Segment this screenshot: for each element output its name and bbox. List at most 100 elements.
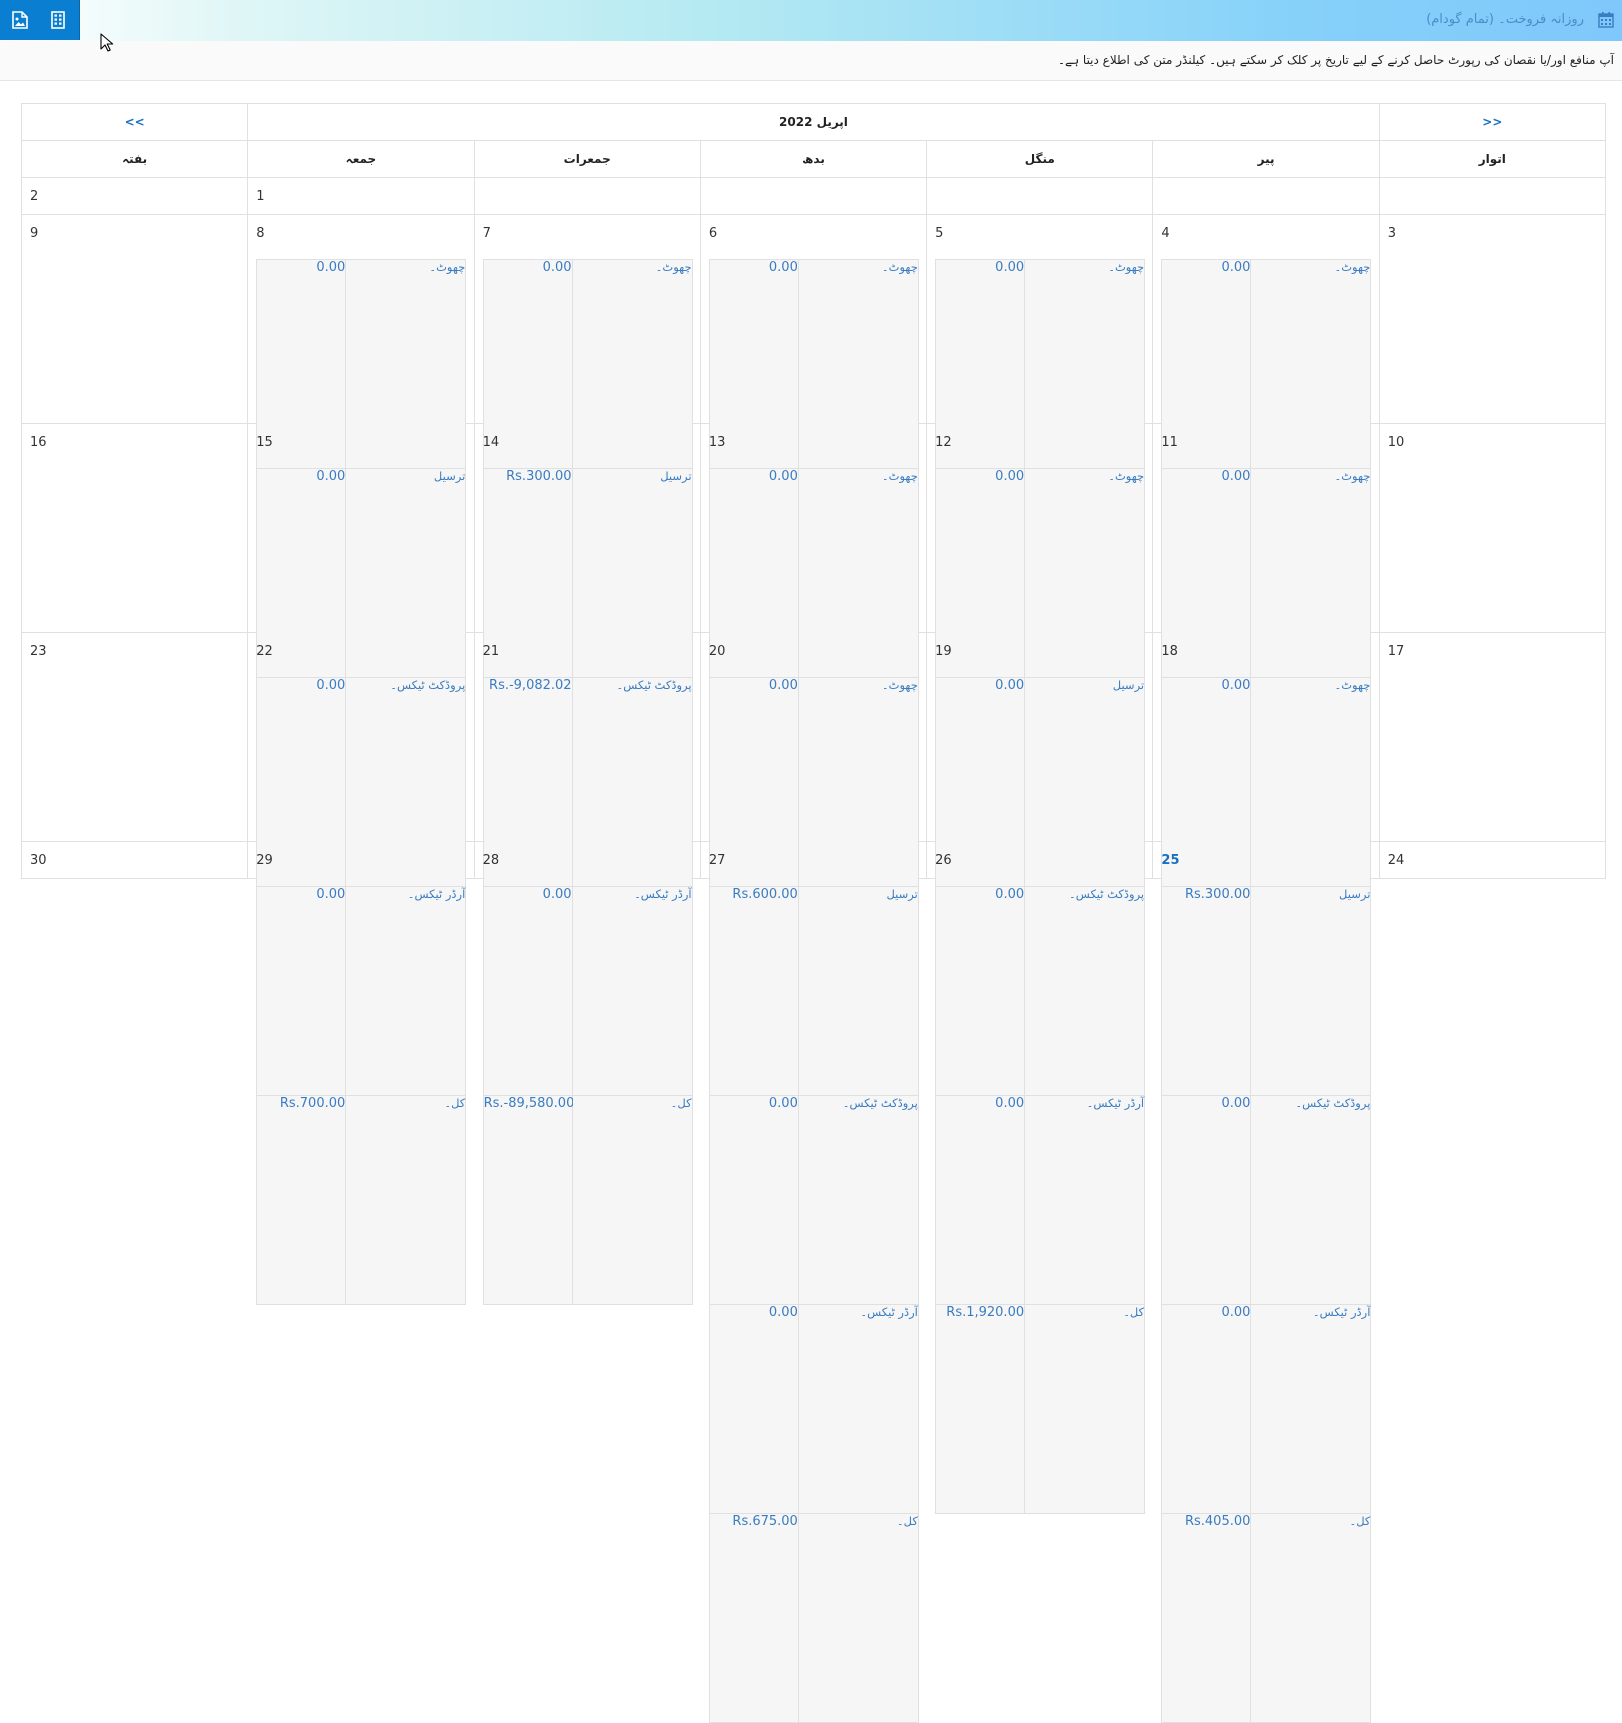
calendar-day-cell[interactable]: 1 bbox=[247, 177, 475, 215]
calendar-day-cell[interactable]: 23 bbox=[20, 632, 249, 842]
calendar-day-cell[interactable]: 18 0.00 چھوٹ۔ Rs.300.00 ترسیل 0.00 پروڈکٹ ٹیکس… bbox=[1152, 632, 1380, 1723]
calendar-day-cell[interactable]: 60.00چھوٹ۔0.00ترسیل0.00پروڈکٹ ٹیکس۔0.00آ… bbox=[699, 214, 928, 1305]
summary-value[interactable]: 0.00 bbox=[995, 1096, 1024, 1111]
day-number[interactable]: 11 bbox=[1161, 435, 1178, 450]
image-export-button[interactable] bbox=[0, 0, 41, 40]
day-number[interactable]: 3 bbox=[1388, 226, 1396, 241]
summary-value[interactable]: 0.00 bbox=[995, 260, 1024, 275]
day-number[interactable]: 17 bbox=[1388, 644, 1405, 659]
summary-label: چھوٹ۔ bbox=[429, 260, 466, 274]
calendar-day-cell[interactable]: 26 bbox=[926, 841, 1154, 879]
calendar-day-cell[interactable]: 16 bbox=[20, 423, 249, 633]
day-number[interactable]: 14 bbox=[483, 435, 500, 450]
summary-label: پروڈکٹ ٹیکس۔ bbox=[842, 1096, 918, 1110]
calendar-day-cell[interactable]: 10 bbox=[1378, 423, 1607, 633]
calendar-day-cell[interactable]: 3 bbox=[1378, 214, 1607, 424]
calendar-day-cell[interactable]: 50.00چھوٹ۔Rs.2,700.00ترسیل0.00پروڈکٹ ٹیک… bbox=[926, 214, 1154, 1305]
day-number[interactable]: 29 bbox=[256, 853, 273, 868]
day-number[interactable]: 4 bbox=[1161, 226, 1169, 241]
calendar-day-cell[interactable]: 8 0.00 چھوٹ۔ 0.00 ترسیل 0.00 پروڈکٹ ٹیکس۔ 0.00 آ… bbox=[247, 214, 475, 1305]
summary-value[interactable]: Rs.675.00 bbox=[732, 1514, 797, 1529]
calendar-day-cell[interactable]: 7 0.00 چھوٹ۔ Rs.300.00 ترسیل Rs.-9,082.02 پروڈ… bbox=[473, 214, 701, 1305]
day-number[interactable]: 27 bbox=[709, 853, 726, 868]
calendar-day-cell[interactable]: 15 bbox=[247, 423, 475, 633]
weekday-header: پیر bbox=[1152, 140, 1380, 178]
calendar-day-cell[interactable]: 24 bbox=[1378, 841, 1607, 879]
day-number[interactable]: 5 bbox=[935, 226, 943, 241]
today-day-number[interactable]: 25 bbox=[1161, 853, 1179, 868]
day-number[interactable]: 21 bbox=[483, 644, 500, 659]
summary-value[interactable]: 0.00 bbox=[769, 678, 798, 693]
summary-value[interactable]: Rs.1,920.00 bbox=[946, 1305, 1024, 1320]
calendar-day-cell[interactable]: 14 bbox=[473, 423, 701, 633]
day-number[interactable]: 9 bbox=[30, 226, 38, 241]
summary-value[interactable]: Rs.300.00 bbox=[1185, 887, 1250, 902]
calendar-day-cell[interactable]: 29 bbox=[247, 841, 475, 879]
building-icon bbox=[51, 11, 65, 29]
summary-value[interactable]: 0.00 bbox=[543, 887, 572, 902]
day-number[interactable]: 20 bbox=[709, 644, 726, 659]
calendar-day-cell[interactable]: 22 bbox=[247, 632, 475, 842]
calendar-day-cell[interactable]: 130.00چھوٹ۔Rs.900.00ترسیل0.00پروڈکٹ ٹیکس… bbox=[699, 423, 928, 1514]
calendar-day-cell[interactable]: 20 0.00 چھوٹ۔ Rs.600.00 ترسیل 0.00 پروڈکٹ ٹیکس… bbox=[699, 632, 928, 1723]
day-number[interactable]: 19 bbox=[935, 644, 952, 659]
day-number[interactable]: 8 bbox=[256, 226, 264, 241]
day-number[interactable]: 30 bbox=[30, 853, 47, 868]
summary-value[interactable]: 0.00 bbox=[769, 469, 798, 484]
summary-value[interactable]: 0.00 bbox=[995, 887, 1024, 902]
summary-value[interactable]: 0.00 bbox=[769, 260, 798, 275]
image-export-icon bbox=[12, 11, 28, 29]
summary-value[interactable]: 0.00 bbox=[769, 1305, 798, 1320]
summary-row-total: Rs.-89,580.00 کل۔ bbox=[482, 1095, 693, 1305]
day-number[interactable]: 13 bbox=[709, 435, 726, 450]
summary-value[interactable]: 0.00 bbox=[316, 887, 345, 902]
calendar-day-cell[interactable]: 27 bbox=[699, 841, 928, 879]
day-number[interactable]: 6 bbox=[709, 226, 717, 241]
day-number[interactable]: 23 bbox=[30, 644, 47, 659]
summary-value[interactable]: Rs.600.00 bbox=[732, 887, 797, 902]
next-month-link[interactable]: >> bbox=[1378, 103, 1607, 141]
calendar-day-cell bbox=[1152, 177, 1380, 215]
day-number[interactable]: 26 bbox=[935, 853, 952, 868]
calendar-day-cell[interactable]: 9 bbox=[20, 214, 249, 424]
day-number[interactable]: 28 bbox=[483, 853, 500, 868]
summary-value[interactable]: 0.00 bbox=[1221, 678, 1250, 693]
summary-value[interactable]: 0.00 bbox=[316, 260, 345, 275]
summary-value[interactable]: 0.00 bbox=[543, 260, 572, 275]
summary-value[interactable]: 0.00 bbox=[1221, 469, 1250, 484]
day-number[interactable]: 10 bbox=[1388, 435, 1405, 450]
day-number[interactable]: 12 bbox=[935, 435, 952, 450]
day-number[interactable]: 15 bbox=[256, 435, 273, 450]
summary-value[interactable]: 0.00 bbox=[1221, 1096, 1250, 1111]
calendar-day-cell[interactable]: 30 bbox=[20, 841, 249, 879]
summary-value[interactable]: 0.00 bbox=[1221, 260, 1250, 275]
calendar-day-cell bbox=[926, 177, 1154, 215]
calendar-day-cell[interactable]: 2 bbox=[20, 177, 249, 215]
day-number[interactable]: 16 bbox=[30, 435, 47, 450]
prev-month-link[interactable]: << bbox=[20, 103, 249, 141]
calendar-day-cell[interactable]: 21 bbox=[473, 632, 701, 842]
summary-value[interactable]: Rs.700.00 bbox=[280, 1096, 345, 1111]
day-number[interactable]: 18 bbox=[1161, 644, 1178, 659]
calendar-day-cell[interactable]: 40.00چھوٹ۔Rs.1,800.00ترسیل0.00پروڈکٹ ٹیک… bbox=[1152, 214, 1380, 1305]
day-number[interactable]: 1 bbox=[256, 189, 264, 204]
summary-label: آرڈر ٹیکس۔ bbox=[1312, 1305, 1371, 1319]
summary-value[interactable]: 0.00 bbox=[995, 469, 1024, 484]
summary-row-order-tax: 0.00 آرڈر ٹیکس۔ bbox=[482, 886, 693, 1096]
summary-row-total: Rs.405.00 کل۔ bbox=[1161, 1513, 1372, 1723]
calendar-day-cell[interactable]: 25 bbox=[1152, 841, 1380, 879]
calendar-day-cell[interactable]: 11 0.00 چھوٹ۔ Rs.300.00 ترسیل 0.00 پروڈکٹ ٹیکس… bbox=[1152, 423, 1380, 1514]
day-number[interactable]: 22 bbox=[256, 644, 273, 659]
day-number[interactable]: 2 bbox=[30, 189, 38, 204]
building-report-button[interactable] bbox=[39, 0, 80, 40]
summary-value[interactable]: 0.00 bbox=[769, 1096, 798, 1111]
calendar-day-cell[interactable]: 12 0.00 چھوٹ۔ 0.00 ترسیل 0.00 پروڈکٹ ٹیکس۔ 0.00… bbox=[926, 423, 1154, 1514]
calendar-day-cell[interactable]: 28 bbox=[473, 841, 701, 879]
summary-value[interactable]: Rs.-89,580.00 bbox=[484, 1096, 575, 1111]
day-number[interactable]: 24 bbox=[1388, 853, 1405, 868]
calendar-day-cell[interactable]: 17 bbox=[1378, 632, 1607, 842]
summary-value[interactable]: Rs.405.00 bbox=[1185, 1514, 1250, 1529]
calendar-day-cell[interactable]: 19 bbox=[926, 632, 1154, 842]
summary-value[interactable]: 0.00 bbox=[1221, 1305, 1250, 1320]
day-number[interactable]: 7 bbox=[483, 226, 491, 241]
